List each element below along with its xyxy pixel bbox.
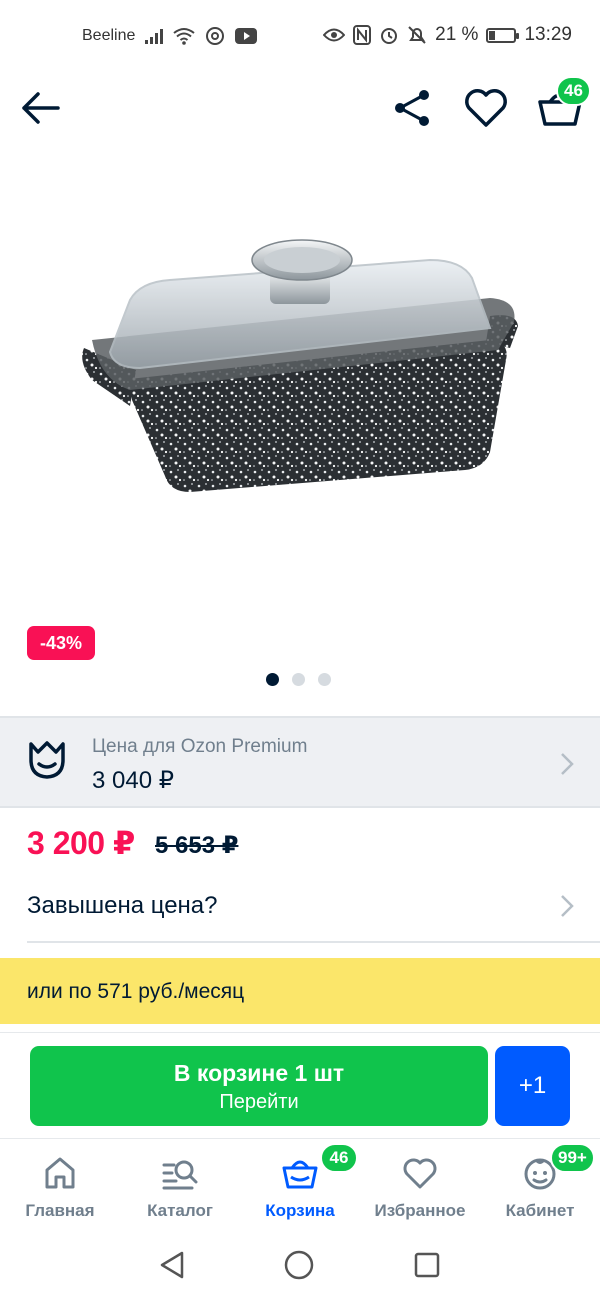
tab-label: Каталог [147,1201,213,1220]
go-to-cart-button[interactable]: В корзине 1 шт Перейти [30,1046,488,1126]
clock: 13:29 [524,24,572,45]
gallery-dot[interactable] [266,673,279,686]
heart-icon [403,1158,437,1189]
cart-tab-badge: 46 [320,1143,358,1173]
profile-tab-badge: 99+ [550,1143,595,1173]
heart-icon[interactable] [463,86,509,130]
premium-label: Цена для Ozon Premium [92,736,308,757]
old-price: 5 653 ₽ [155,832,239,859]
report-overpriced-row[interactable]: Завышена цена? [0,870,600,942]
at-sign-icon [206,27,225,45]
status-bar: Beeline 21 % 13:29 [0,0,600,74]
bottom-tab-bar: Главная Каталог Корзина 46 Избранное Каб… [0,1138,600,1230]
gallery-dot[interactable] [292,673,305,686]
nfc-icon [353,25,372,45]
premium-price: 3 040 ₽ [92,767,174,794]
installment-banner[interactable]: или по 571 руб./месяц [0,958,600,1024]
in-cart-label: В корзине 1 шт [173,1060,345,1086]
tab-label: Кабинет [505,1201,575,1220]
go-label: Перейти [219,1091,299,1113]
report-overpriced-label: Завышена цена? [27,892,218,919]
eye-icon [323,28,346,42]
current-price: 3 200 ₽ [27,825,135,861]
catalog-search-icon [162,1160,198,1190]
cart-count-badge: 46 [556,76,591,106]
installment-text: или по 571 руб./месяц [27,980,245,1003]
tab-favorites[interactable]: Избранное [360,1139,480,1231]
signal-icon [145,28,164,44]
share-icon[interactable] [390,86,434,130]
premium-price-row[interactable]: Цена для Ozon Premium 3 040 ₽ [0,716,600,808]
bell-off-icon [408,26,426,44]
chevron-right-icon [561,895,574,917]
tab-catalog[interactable]: Каталог [120,1139,240,1231]
gallery-pagination[interactable] [266,673,331,686]
alarm-icon [381,28,398,44]
chevron-right-icon [561,753,574,775]
tab-home[interactable]: Главная [0,1139,120,1231]
status-left: Beeline [82,26,258,46]
product-image[interactable] [70,230,530,520]
add-one-button[interactable]: +1 [495,1046,570,1126]
status-right: 21 % 13:29 [323,24,572,46]
ozon-premium-crown-icon [29,741,65,779]
battery-icon [486,27,520,43]
divider [27,941,600,943]
tab-label: Главная [25,1201,95,1220]
wifi-icon [173,28,195,45]
top-nav [0,74,600,142]
action-bar: В корзине 1 шт Перейти +1 [0,1032,600,1138]
system-home-icon[interactable] [284,1250,314,1280]
cart-basket-icon [282,1160,318,1189]
discount-badge: -43% [27,626,96,660]
tab-label: Корзина [265,1201,335,1220]
back-arrow-icon[interactable] [18,86,62,130]
system-back-icon[interactable] [158,1250,186,1280]
tab-label: Избранное [374,1201,466,1220]
youtube-icon [235,28,258,44]
carrier-name: Beeline [82,27,136,44]
system-recents-icon[interactable] [414,1252,440,1278]
home-icon [45,1157,75,1189]
battery-percent: 21 % [435,24,479,45]
system-nav-bar [0,1230,600,1299]
gallery-dot[interactable] [318,673,331,686]
